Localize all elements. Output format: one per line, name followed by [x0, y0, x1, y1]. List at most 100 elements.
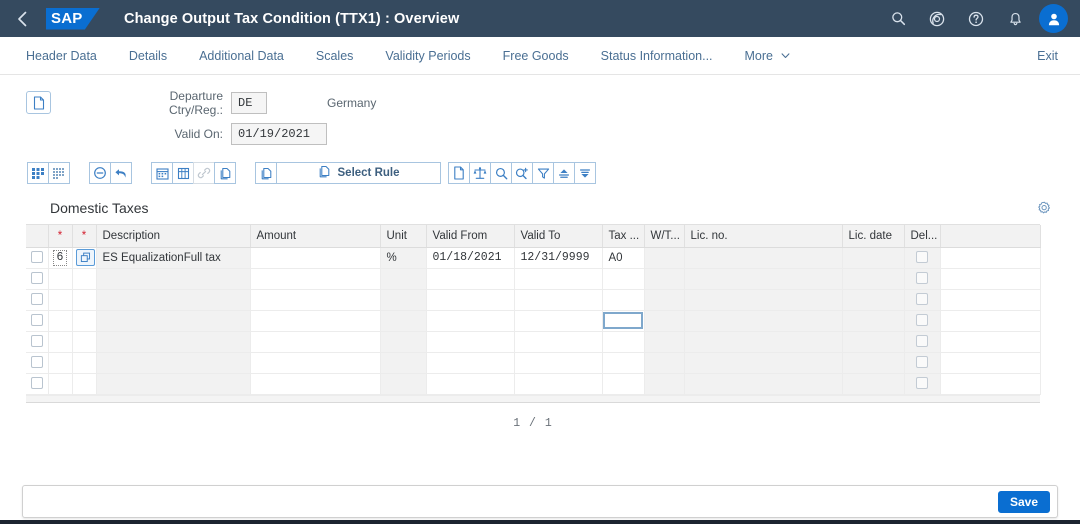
cell-amount[interactable]: [250, 352, 381, 374]
help-icon[interactable]: [961, 4, 991, 34]
cell-lic-no[interactable]: [684, 247, 843, 269]
search-icon[interactable]: [490, 162, 512, 184]
cell-description[interactable]: [96, 268, 251, 290]
sort-ascending-icon[interactable]: [553, 162, 575, 184]
row-checkbox[interactable]: [30, 356, 43, 369]
cell-valid-to[interactable]: [514, 331, 603, 353]
table-row[interactable]: [26, 289, 1041, 311]
cell-valid-to[interactable]: [514, 352, 603, 374]
cell-lic-date[interactable]: [842, 268, 905, 290]
cell-description[interactable]: [96, 310, 251, 332]
horizontal-scrollbar[interactable]: [26, 394, 1040, 402]
cell-del[interactable]: [904, 310, 941, 332]
tab-free-goods[interactable]: Free Goods: [487, 38, 585, 74]
cell-description[interactable]: [96, 373, 251, 395]
cell-unit[interactable]: [380, 310, 427, 332]
tab-more[interactable]: More: [729, 37, 807, 74]
cell-description[interactable]: [96, 331, 251, 353]
cell-lic-date[interactable]: [842, 352, 905, 374]
cell-lic-no[interactable]: [684, 310, 843, 332]
cell-wt[interactable]: [644, 310, 685, 332]
tab-validity-periods[interactable]: Validity Periods: [369, 38, 486, 74]
cell-tax[interactable]: [602, 289, 645, 311]
departure-country-input[interactable]: DE: [231, 92, 267, 114]
cell-unit[interactable]: [380, 352, 427, 374]
row-checkbox[interactable]: [30, 251, 43, 264]
cell-tax[interactable]: A0: [602, 247, 645, 269]
grid-view-icon[interactable]: [27, 162, 49, 184]
cell-valid-from[interactable]: [426, 268, 515, 290]
cell-lic-date[interactable]: [842, 289, 905, 311]
cell-wt[interactable]: [644, 289, 685, 311]
row-duplicate-cell[interactable]: [72, 310, 97, 332]
cell-unit[interactable]: [380, 373, 427, 395]
row-number-cell[interactable]: [48, 352, 73, 374]
header-del[interactable]: Del...: [904, 225, 941, 248]
cell-wt[interactable]: [644, 268, 685, 290]
header-valid-from[interactable]: Valid From: [426, 225, 515, 248]
cell-description[interactable]: ES EqualizationFull tax: [96, 247, 251, 269]
copy-icon[interactable]: [214, 162, 236, 184]
row-number-cell[interactable]: [48, 331, 73, 353]
cell-del[interactable]: [904, 268, 941, 290]
cell-amount[interactable]: [250, 310, 381, 332]
delete-checkbox[interactable]: [916, 377, 928, 390]
delete-row-icon[interactable]: [89, 162, 111, 184]
cell-unit[interactable]: [380, 268, 427, 290]
user-avatar-icon[interactable]: [1039, 4, 1068, 33]
undo-icon[interactable]: [110, 162, 132, 184]
table-icon[interactable]: [172, 162, 194, 184]
row-checkbox[interactable]: [30, 293, 43, 306]
row-select-cell[interactable]: [26, 310, 49, 332]
gear-icon[interactable]: [1034, 198, 1054, 218]
calendar-icon[interactable]: [151, 162, 173, 184]
cell-lic-no[interactable]: [684, 373, 843, 395]
header-wt[interactable]: W/T...: [644, 225, 685, 248]
row-duplicate-cell[interactable]: [72, 247, 97, 269]
cell-wt[interactable]: [644, 247, 685, 269]
search-next-icon[interactable]: [511, 162, 533, 184]
delete-checkbox[interactable]: [916, 356, 928, 369]
row-duplicate-cell[interactable]: [72, 352, 97, 374]
table-row[interactable]: 6 ES EqualizationFull tax % 01/18/2021 1…: [26, 247, 1041, 269]
cell-valid-to[interactable]: [514, 268, 603, 290]
tab-status-information[interactable]: Status Information...: [585, 38, 729, 74]
row-number-cell[interactable]: [48, 289, 73, 311]
row-duplicate-cell[interactable]: [72, 331, 97, 353]
cell-valid-from[interactable]: [426, 289, 515, 311]
cell-valid-from[interactable]: [426, 352, 515, 374]
tab-details[interactable]: Details: [113, 38, 183, 74]
search-icon[interactable]: [883, 4, 913, 34]
grid-dense-icon[interactable]: [48, 162, 70, 184]
cell-amount[interactable]: [250, 268, 381, 290]
header-valid-to[interactable]: Valid To: [514, 225, 603, 248]
row-number-cell[interactable]: [48, 373, 73, 395]
row-checkbox[interactable]: [30, 314, 43, 327]
cell-unit[interactable]: [380, 331, 427, 353]
valid-on-input[interactable]: 01/19/2021: [231, 123, 327, 145]
delete-checkbox[interactable]: [916, 293, 928, 306]
cell-valid-to[interactable]: [514, 373, 603, 395]
header-lic-no[interactable]: Lic. no.: [684, 225, 843, 248]
cell-valid-to[interactable]: [514, 310, 603, 332]
table-row[interactable]: [26, 310, 1041, 332]
cell-tax[interactable]: [602, 268, 645, 290]
cell-amount[interactable]: [250, 331, 381, 353]
row-number-cell[interactable]: [48, 268, 73, 290]
cell-del[interactable]: [904, 247, 941, 269]
cell-valid-from[interactable]: 01/18/2021: [426, 247, 515, 269]
cell-lic-no[interactable]: [684, 268, 843, 290]
cell-lic-date[interactable]: [842, 331, 905, 353]
document-icon[interactable]: [26, 91, 51, 114]
row-select-cell[interactable]: [26, 331, 49, 353]
table-row[interactable]: [26, 331, 1041, 353]
cell-del[interactable]: [904, 331, 941, 353]
cell-lic-no[interactable]: [684, 289, 843, 311]
page-icon[interactable]: [448, 162, 470, 184]
cell-unit[interactable]: %: [380, 247, 427, 269]
cell-tax[interactable]: [602, 310, 645, 332]
row-duplicate-cell[interactable]: [72, 268, 97, 290]
sort-descending-icon[interactable]: [574, 162, 596, 184]
tab-header-data[interactable]: Header Data: [22, 38, 113, 74]
tax-code-input[interactable]: [603, 312, 643, 329]
